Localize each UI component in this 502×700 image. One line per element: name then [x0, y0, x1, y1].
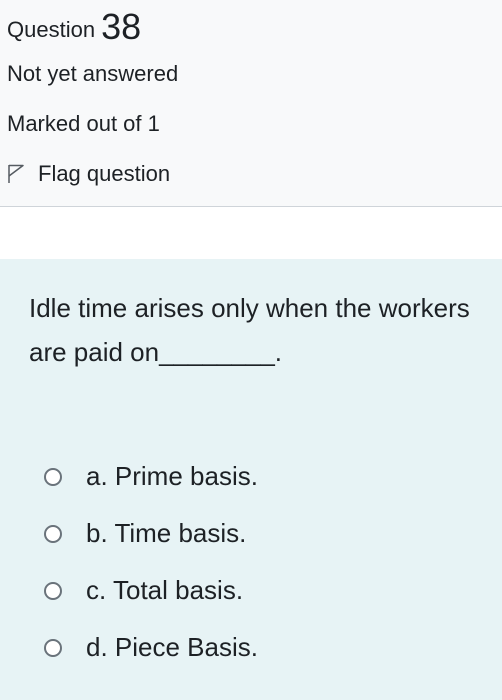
answer-label-d: d. Piece Basis.: [86, 632, 258, 662]
question-state: Not yet answered: [7, 61, 179, 86]
answer-option-b[interactable]: b. Time basis.: [44, 505, 258, 562]
question-heading: Question 38: [7, 6, 141, 48]
question-text: Idle time arises only when the workers a…: [29, 293, 470, 367]
question-label: Question: [7, 17, 96, 42]
answer-label-b: b. Time basis.: [86, 518, 247, 548]
question-info-panel: Question 38 Not yet answered Marked out o…: [0, 0, 502, 207]
radio-button-a[interactable]: [44, 467, 62, 486]
flag-outline-icon: [8, 164, 24, 183]
question-grade: Marked out of 1: [7, 111, 160, 136]
radio-button-d[interactable]: [44, 638, 62, 657]
radio-button-c[interactable]: [44, 581, 62, 600]
flag-question-button[interactable]: Flag question: [7, 161, 170, 187]
question-content: Idle time arises only when the workers a…: [0, 259, 502, 700]
answer-option-d[interactable]: d. Piece Basis.: [44, 619, 258, 676]
answer-option-a[interactable]: a. Prime basis.: [44, 448, 258, 505]
question-number: 38: [101, 6, 142, 47]
answer-options: a. Prime basis. b. Time basis. c. Total …: [44, 448, 258, 676]
answer-label-a: a. Prime basis.: [86, 461, 258, 491]
answer-option-c[interactable]: c. Total basis.: [44, 562, 258, 619]
answer-label-c: c. Total basis.: [86, 575, 244, 605]
flag-question-label: Flag question: [38, 161, 171, 186]
radio-button-b[interactable]: [44, 524, 62, 543]
